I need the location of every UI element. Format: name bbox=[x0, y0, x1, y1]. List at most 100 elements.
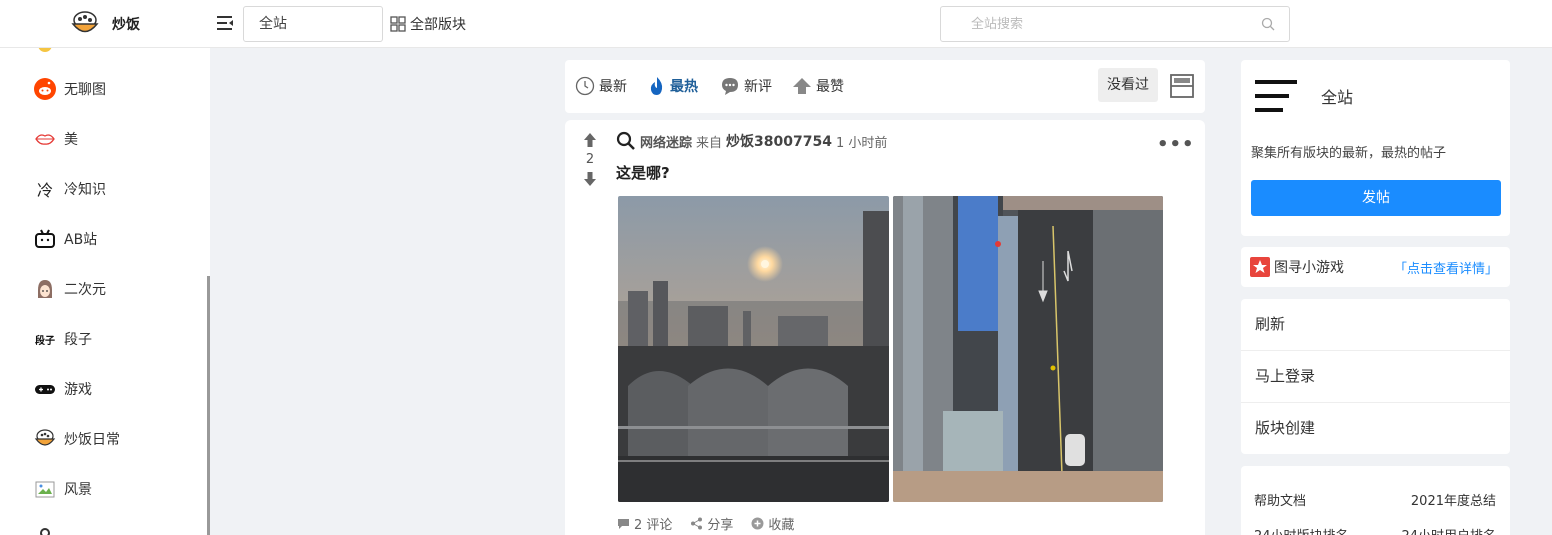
skyline-photo bbox=[618, 196, 889, 502]
search-icon[interactable] bbox=[1261, 17, 1275, 31]
post-image-2[interactable] bbox=[893, 196, 1163, 502]
vote-count: 2 bbox=[585, 152, 595, 167]
sort-latest[interactable]: 最新 bbox=[575, 76, 627, 96]
top-header: 炒饭 全站 全部版块 bbox=[0, 0, 1552, 48]
search-input[interactable] bbox=[941, 7, 1241, 41]
site-select[interactable]: 全站 bbox=[243, 6, 383, 42]
post-title[interactable]: 这是哪? bbox=[616, 162, 670, 183]
sidebar-item-mei[interactable]: 美 bbox=[34, 126, 78, 152]
sort-most-liked-label: 最赞 bbox=[816, 79, 844, 95]
post-image-1[interactable] bbox=[618, 196, 889, 502]
sort-most-liked[interactable]: 最赞 bbox=[792, 76, 844, 96]
all-boards-label: 全部版块 bbox=[410, 17, 466, 33]
game-label: 图寻小游戏 bbox=[1274, 260, 1344, 276]
game-detail-link[interactable]: 「点击查看详情」 bbox=[1394, 258, 1498, 277]
post-meta: 网络迷踪 来自 炒饭38007754 1 小时前 bbox=[616, 131, 887, 151]
magnifier-board-icon bbox=[616, 131, 635, 150]
post-time: 1 小时前 bbox=[835, 135, 888, 151]
post-author-link[interactable]: 炒饭38007754 bbox=[726, 131, 832, 151]
board-title: 全站 bbox=[1321, 88, 1354, 107]
sort-bar: 最新 最热 新评 最赞 没看过 bbox=[565, 60, 1205, 113]
sidebar-item-chaofanrichang[interactable]: 炒饭日常 bbox=[34, 426, 120, 452]
create-board-link[interactable]: 版块创建 bbox=[1241, 403, 1510, 455]
partial-icon bbox=[38, 48, 52, 52]
user-rank-link[interactable]: 24小时用户排名 bbox=[1401, 525, 1496, 535]
post-card: 2 网络迷踪 来自 炒饭38007754 1 小时前 ••• 这是哪? 2 评论… bbox=[565, 120, 1205, 535]
duanzi-text-icon: 段子 bbox=[35, 335, 55, 347]
share-button[interactable]: 分享 bbox=[690, 514, 733, 533]
comment-icon bbox=[618, 518, 629, 529]
sidebar-item-label: 冷知识 bbox=[64, 182, 106, 198]
create-post-button[interactable]: 发帖 bbox=[1251, 180, 1501, 216]
from-label: 来自 bbox=[696, 135, 723, 151]
post-board-link[interactable]: 网络迷踪 bbox=[640, 132, 692, 151]
downvote-icon[interactable] bbox=[583, 171, 597, 187]
favorite-button[interactable]: 收藏 bbox=[751, 514, 794, 533]
menu-collapse-icon[interactable] bbox=[216, 14, 234, 32]
sidebar-scrollbar[interactable] bbox=[207, 48, 210, 535]
sort-latest-label: 最新 bbox=[599, 79, 627, 95]
left-sidebar: 无聊图 美 冷 冷知识 AB站 二次元 段子 段子 游戏 炒饭日常 风景 bbox=[0, 48, 208, 535]
sort-hottest-label: 最热 bbox=[670, 79, 698, 95]
broken-image-icon bbox=[34, 478, 56, 500]
login-link[interactable]: 马上登录 bbox=[1241, 351, 1510, 403]
flame-icon bbox=[650, 77, 663, 95]
sidebar-item-label: 美 bbox=[64, 132, 78, 148]
star-badge-icon bbox=[1250, 257, 1270, 277]
chat-bubble-icon bbox=[722, 78, 738, 95]
scrollbar-thumb[interactable] bbox=[207, 276, 210, 535]
more-options-icon[interactable]: ••• bbox=[1157, 134, 1195, 155]
sidebar-item-label: AB站 bbox=[64, 232, 98, 248]
sidebar-item-erciyuan[interactable]: 二次元 bbox=[34, 276, 106, 302]
favorite-label: 收藏 bbox=[768, 518, 795, 533]
sidebar-item-label: 段子 bbox=[64, 332, 92, 348]
anime-girl-icon bbox=[34, 278, 56, 300]
upvote-icon[interactable] bbox=[583, 132, 597, 148]
sort-new-comments[interactable]: 新评 bbox=[720, 76, 772, 96]
action-menu-card: 刷新 马上登录 版块创建 bbox=[1241, 299, 1510, 454]
rice-bowl-logo-icon bbox=[71, 11, 99, 33]
sidebar-item-abzhan[interactable]: AB站 bbox=[34, 226, 97, 252]
hamburger-board-icon bbox=[1255, 80, 1297, 112]
clock-icon bbox=[575, 76, 595, 96]
tv-icon bbox=[34, 228, 56, 250]
plus-circle-icon bbox=[751, 517, 764, 530]
sidebar-item-label: 炒饭日常 bbox=[64, 432, 120, 448]
vote-box: 2 bbox=[583, 132, 597, 187]
sidebar-item-wuliaotu[interactable]: 无聊图 bbox=[34, 76, 106, 102]
board-description: 聚集所有版块的最新，最热的帖子 bbox=[1251, 146, 1447, 161]
share-label: 分享 bbox=[707, 518, 734, 533]
lips-icon bbox=[34, 128, 56, 150]
sidebar-item-fengjing[interactable]: 风景 bbox=[34, 476, 92, 502]
links-card: 帮助文档 2021年度总结 24小时版块排名 24小时用户排名 bbox=[1241, 466, 1510, 535]
all-boards-button[interactable]: 全部版块 bbox=[390, 14, 466, 34]
comments-button[interactable]: 2 评论 bbox=[617, 514, 672, 533]
sidebar-item-youxi[interactable]: 游戏 bbox=[34, 376, 92, 402]
layout-toggle-icon[interactable] bbox=[1170, 74, 1194, 98]
sidebar-item-duanzi[interactable]: 段子 段子 bbox=[34, 326, 92, 352]
unseen-button[interactable]: 没看过 bbox=[1098, 68, 1158, 102]
search-box[interactable] bbox=[940, 6, 1290, 42]
refresh-link[interactable]: 刷新 bbox=[1241, 299, 1510, 351]
gamepad-icon bbox=[34, 378, 56, 400]
post-actions: 2 评论 分享 收藏 bbox=[617, 514, 794, 533]
board-rank-link[interactable]: 24小时版块排名 bbox=[1254, 525, 1349, 535]
sort-new-comments-label: 新评 bbox=[744, 79, 772, 95]
street-photo bbox=[893, 196, 1163, 502]
sort-hottest[interactable]: 最热 bbox=[648, 76, 698, 96]
reddit-alien-icon bbox=[34, 78, 56, 100]
sidebar-item-label: 无聊图 bbox=[64, 82, 106, 98]
sidebar-item-label: 二次元 bbox=[64, 282, 106, 298]
comments-label: 2 评论 bbox=[634, 518, 673, 533]
game-link[interactable]: 图寻小游戏 bbox=[1250, 257, 1344, 277]
help-docs-link[interactable]: 帮助文档 bbox=[1254, 490, 1306, 509]
sidebar-item-label: 风景 bbox=[64, 482, 92, 498]
grid-icon bbox=[390, 16, 406, 32]
annual-summary-link[interactable]: 2021年度总结 bbox=[1411, 490, 1496, 509]
site-logo[interactable]: 炒饭 bbox=[70, 9, 140, 39]
board-info-card: 全站 聚集所有版块的最新，最热的帖子 发帖 bbox=[1241, 60, 1510, 236]
sidebar-item-lengzhishi[interactable]: 冷 冷知识 bbox=[34, 176, 106, 202]
sidebar-item-label: 游戏 bbox=[64, 382, 92, 398]
up-arrow-icon bbox=[793, 78, 811, 94]
cold-char-icon: 冷 bbox=[36, 181, 53, 200]
